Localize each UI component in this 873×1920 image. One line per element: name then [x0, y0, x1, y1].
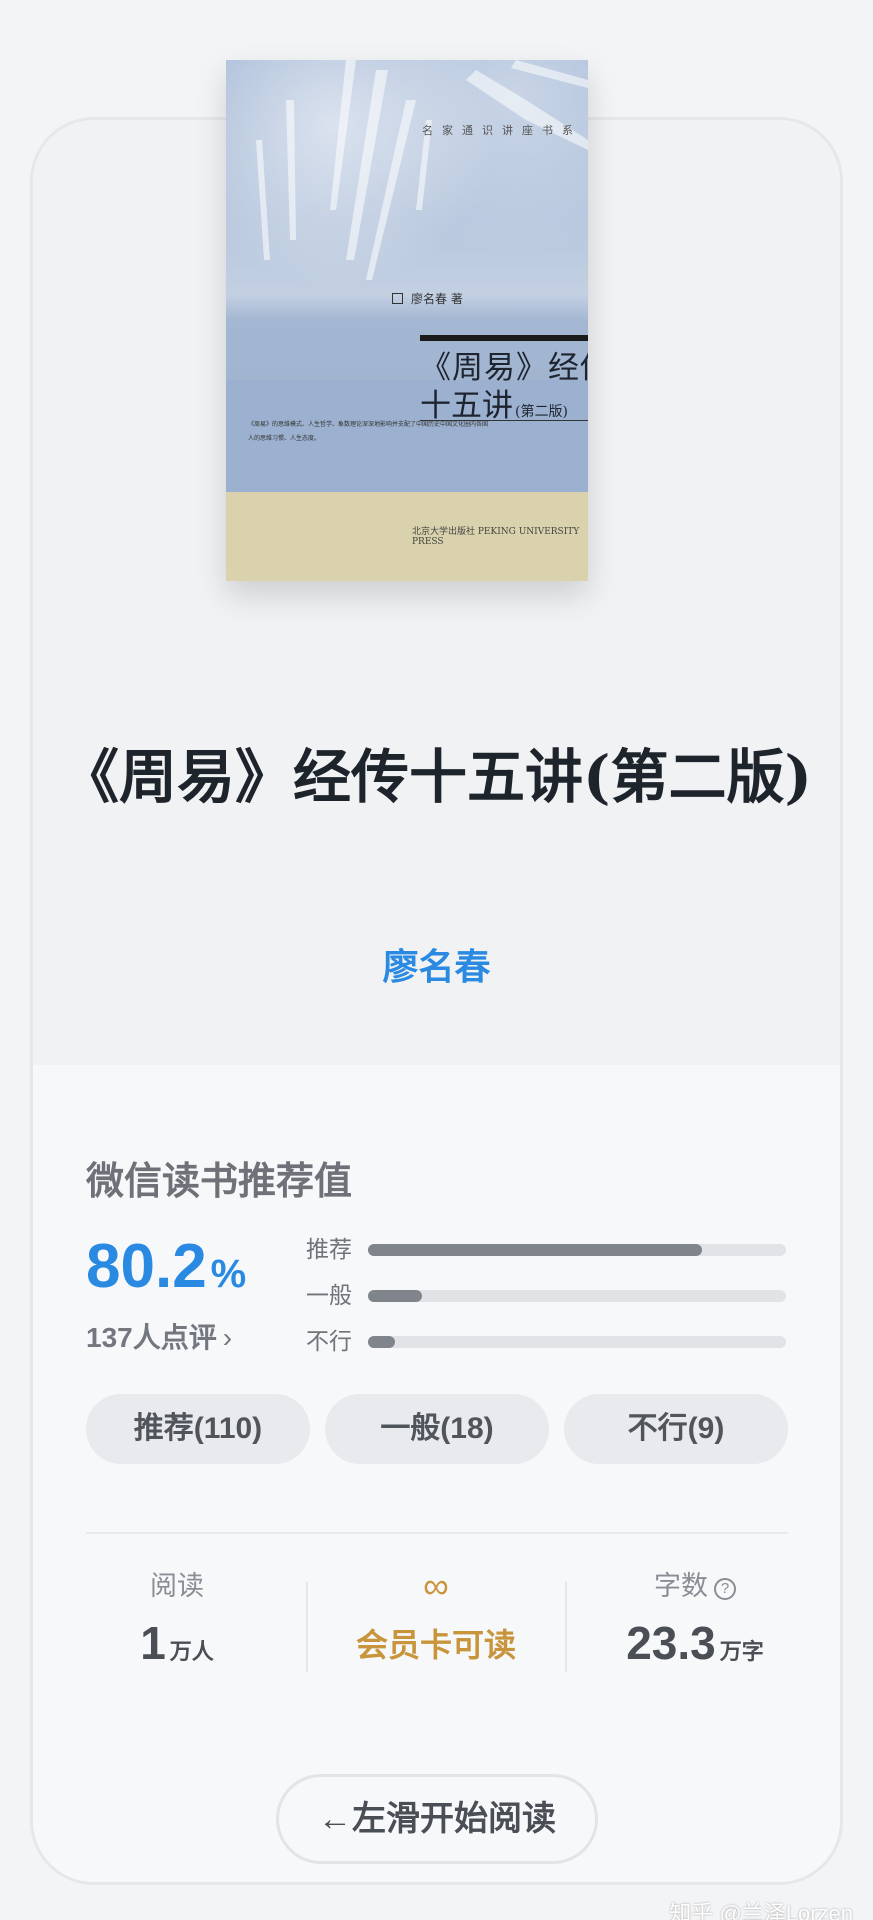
review-count: 137人点评: [86, 1322, 217, 1353]
book-author[interactable]: 廖名春: [0, 938, 873, 990]
cover-author-text: 廖名春 著: [411, 292, 463, 306]
rating-bar-label: 不行: [306, 1328, 352, 1354]
help-icon[interactable]: ?: [714, 1578, 736, 1600]
rating-bar-fill: [368, 1244, 703, 1256]
rating-bar-average: 一般: [306, 1280, 788, 1310]
rating-bar-fill: [368, 1290, 423, 1302]
rating-bar-label: 推荐: [306, 1236, 352, 1262]
stat-word-count: 字数? 23.3 万字: [578, 1568, 812, 1679]
book-cover[interactable]: 名家通识讲座书系 廖名春 著 《周易》经传 十五讲(第二版) 《周易》的思维模式…: [226, 60, 588, 581]
readers-unit: 万人: [169, 1639, 214, 1664]
stat-separator: [565, 1582, 567, 1672]
cover-author: 廖名春 著: [392, 290, 463, 307]
score-value: 80.2: [86, 1232, 207, 1301]
recommendation-heading: 微信读书推荐值: [86, 1161, 353, 1203]
cover-publisher: 北京大学出版社 PEKING UNIVERSITY PRESS: [412, 527, 580, 547]
start-reading-button[interactable]: ←左滑开始阅读: [276, 1774, 598, 1864]
infinity-icon: ∞: [423, 1565, 449, 1606]
cover-title-bar: [420, 335, 588, 341]
rating-bar-track: [368, 1336, 786, 1348]
stat-readers: 阅读 1 万人: [60, 1568, 294, 1679]
rate-recommend-button[interactable]: 推荐(110): [86, 1394, 310, 1464]
rate-average-button[interactable]: 一般(18): [325, 1394, 549, 1464]
rate-poor-button[interactable]: 不行(9): [564, 1394, 788, 1464]
words-value-row: 23.3 万字: [578, 1616, 812, 1679]
stat-separator: [306, 1582, 308, 1672]
cover-box-icon: [392, 293, 403, 304]
recommendation-score: 80.2%: [86, 1232, 246, 1309]
rating-bar-track: [368, 1290, 786, 1302]
cover-edition: (第二版): [515, 404, 568, 420]
cover-blurb: 《周易》的思维模式、人生哲学、象数理论深深地影响并支配了中国历史中国文化圈内各国…: [248, 421, 489, 442]
readers-value-row: 1 万人: [60, 1616, 294, 1679]
rating-bar-track: [368, 1244, 786, 1256]
cover-series: 名家通识讲座书系: [422, 124, 582, 137]
words-value: 23.3: [626, 1617, 716, 1669]
stat-membership[interactable]: ∞ 会员卡可读: [319, 1568, 553, 1672]
cover-rays-graphic: [256, 60, 588, 280]
readers-value: 1: [140, 1617, 166, 1669]
rating-bar-poor: 不行: [306, 1326, 788, 1356]
membership-label: 会员卡可读: [355, 1627, 516, 1663]
rating-bar-label: 一般: [306, 1282, 352, 1308]
words-label: 字数: [654, 1571, 708, 1601]
score-percent: %: [210, 1252, 247, 1296]
watermark: 知乎 @兰泽Lorzen: [669, 1901, 853, 1920]
book-title: 《周易》经传十五讲(第二版): [61, 743, 812, 811]
rating-bar-recommend: 推荐: [306, 1234, 788, 1264]
readers-label: 阅读: [150, 1571, 204, 1601]
review-count-link[interactable]: 137人点评 ›: [86, 1316, 232, 1356]
words-label-row: 字数?: [578, 1568, 812, 1604]
chevron-right-icon: ›: [222, 1322, 233, 1353]
words-unit: 万字: [719, 1639, 764, 1664]
section-divider: [86, 1532, 788, 1534]
rating-bar-fill: [368, 1336, 396, 1348]
